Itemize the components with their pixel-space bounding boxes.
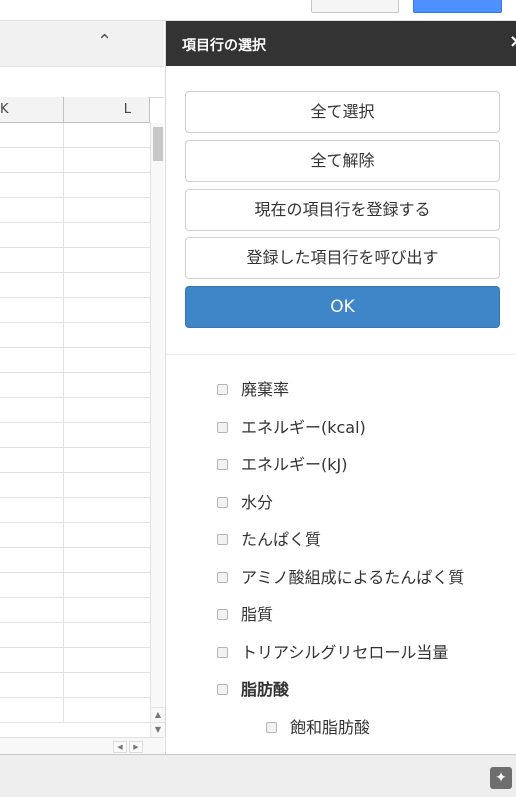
scrollbar-thumb[interactable] bbox=[153, 127, 163, 161]
scroll-left-arrow-icon[interactable]: ◀ bbox=[113, 741, 127, 753]
grid-row[interactable] bbox=[0, 198, 150, 223]
checkbox-label: エネルギー(kJ) bbox=[241, 455, 348, 474]
scroll-up-arrow-icon[interactable]: ▲ bbox=[151, 707, 165, 722]
collapse-chevron-icon[interactable]: ⌃ bbox=[97, 31, 112, 52]
sheet-header: ⌃ bbox=[0, 21, 164, 67]
checkbox[interactable] bbox=[217, 646, 228, 658]
column-header-l[interactable]: L bbox=[64, 97, 150, 123]
checkbox-label: アミノ酸組成によるたんぱく質 bbox=[241, 567, 465, 587]
checkbox-label: トリアシルグリセロール当量 bbox=[241, 642, 449, 662]
panel-title: 項目行の選択 bbox=[182, 38, 266, 54]
grid-row[interactable] bbox=[0, 698, 150, 723]
ok-button[interactable]: OK bbox=[185, 286, 500, 328]
column-header-k[interactable]: K bbox=[0, 97, 64, 123]
checkbox[interactable] bbox=[217, 571, 228, 583]
grid-row[interactable] bbox=[0, 223, 150, 248]
grid-row[interactable] bbox=[0, 523, 150, 548]
vertical-scrollbar[interactable]: ▲ ▼ bbox=[150, 123, 165, 737]
top-secondary-button[interactable] bbox=[311, 0, 399, 13]
select-all-button[interactable]: 全て選択 bbox=[185, 91, 500, 133]
grid-row[interactable] bbox=[0, 398, 150, 423]
checkbox[interactable] bbox=[217, 534, 228, 545]
grid-row[interactable] bbox=[0, 323, 150, 348]
grid-row[interactable] bbox=[0, 598, 150, 623]
close-icon[interactable]: × bbox=[509, 31, 516, 52]
checkbox-label: エネルギー(kcal) bbox=[241, 417, 366, 437]
checkbox[interactable] bbox=[217, 421, 228, 433]
checkbox[interactable] bbox=[266, 721, 277, 733]
formula-bar[interactable] bbox=[0, 67, 164, 98]
explore-icon[interactable]: ✦ bbox=[490, 767, 512, 789]
panel-title-bar: 項目行の選択 × bbox=[166, 21, 516, 66]
load-items-button[interactable]: 登録した項目行を呼び出す bbox=[185, 237, 500, 279]
bottom-bar: ✦ bbox=[0, 754, 516, 797]
grid-row[interactable] bbox=[0, 623, 150, 648]
grid-row[interactable] bbox=[0, 173, 150, 198]
grid-row[interactable] bbox=[0, 448, 150, 473]
deselect-all-button[interactable]: 全て解除 bbox=[185, 140, 500, 182]
checkbox-label: たんぱく質 bbox=[241, 530, 322, 549]
checkbox[interactable] bbox=[217, 684, 228, 695]
item-selection-panel: 項目行の選択 × 全て選択 全て解除 現在の項目行を登録する 登録した項目行を呼… bbox=[165, 21, 516, 754]
checkbox-label: 水分 bbox=[241, 492, 274, 512]
grid-row[interactable] bbox=[0, 673, 150, 698]
grid-row[interactable] bbox=[0, 573, 150, 598]
column-header-label: L bbox=[123, 102, 131, 117]
checkbox-label: 脂肪酸 bbox=[241, 680, 290, 699]
grid-row[interactable] bbox=[0, 248, 150, 273]
scroll-right-arrow-icon[interactable]: ▶ bbox=[129, 741, 143, 753]
register-items-button[interactable]: 現在の項目行を登録する bbox=[185, 189, 500, 231]
checkbox[interactable] bbox=[217, 384, 228, 395]
column-header-label: K bbox=[0, 102, 9, 117]
grid-row[interactable] bbox=[0, 123, 150, 148]
checkbox[interactable] bbox=[217, 496, 228, 508]
checkbox[interactable] bbox=[217, 459, 228, 470]
top-toolbar bbox=[0, 0, 516, 21]
grid-row[interactable] bbox=[0, 148, 150, 173]
spreadsheet-area: ⌃ K L ▲ ▼ ◀ ▶ bbox=[0, 21, 165, 755]
grid-row[interactable] bbox=[0, 548, 150, 573]
top-primary-button[interactable] bbox=[413, 0, 502, 13]
horizontal-scrollbar[interactable]: ◀ ▶ bbox=[0, 737, 164, 755]
grid-row[interactable] bbox=[0, 498, 150, 523]
grid-row[interactable] bbox=[0, 648, 150, 673]
grid-row[interactable] bbox=[0, 473, 150, 498]
cell-grid[interactable] bbox=[0, 123, 150, 737]
grid-row[interactable] bbox=[0, 273, 150, 298]
grid-row[interactable] bbox=[0, 298, 150, 323]
grid-row[interactable] bbox=[0, 373, 150, 398]
checkbox-label: 脂質 bbox=[241, 605, 274, 624]
grid-row[interactable] bbox=[0, 423, 150, 448]
grid-row[interactable] bbox=[0, 348, 150, 373]
panel-divider bbox=[166, 354, 516, 355]
checkbox-label: 飽和脂肪酸 bbox=[290, 717, 371, 737]
checkbox[interactable] bbox=[217, 609, 228, 620]
scroll-down-arrow-icon[interactable]: ▼ bbox=[151, 722, 165, 737]
checkbox-label: 廃棄率 bbox=[241, 380, 290, 399]
